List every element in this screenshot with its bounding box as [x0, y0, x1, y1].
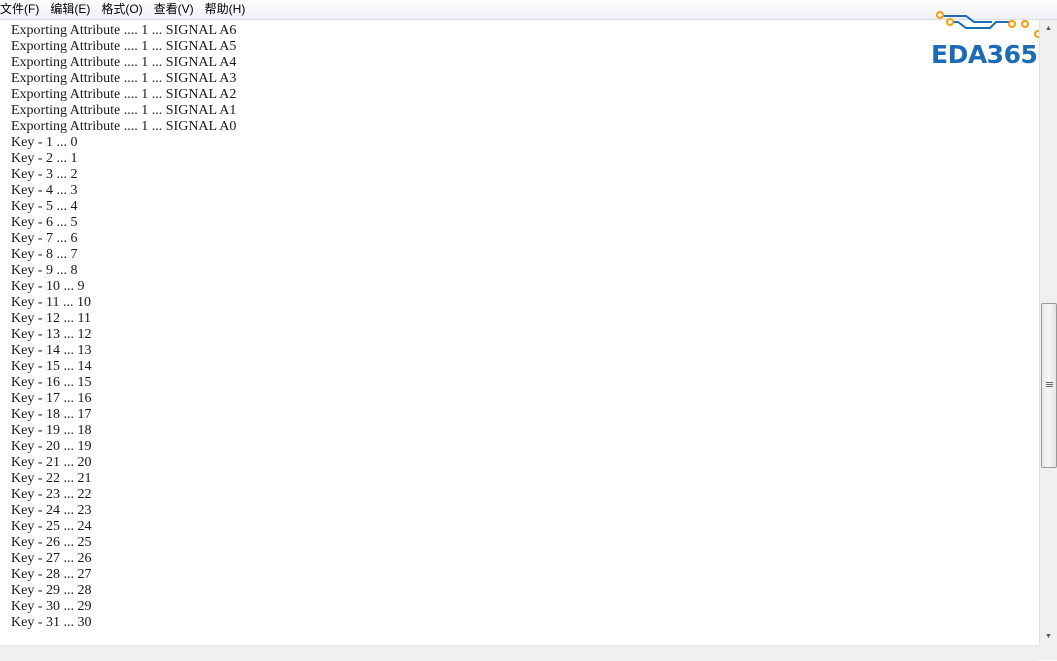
text-line: Key - 1 ... 0 [11, 135, 78, 150]
text-line: Key - 26 ... 25 [11, 535, 92, 550]
text-line: Key - 30 ... 29 [11, 599, 92, 614]
text-content: Exporting Attribute .... 1 ... SIGNAL A6… [11, 23, 236, 631]
menu-bar: 文件(F) 编辑(E) 格式(O) 查看(V) 帮助(H) [0, 0, 1057, 20]
text-line: Key - 22 ... 21 [11, 471, 92, 486]
logo-text: EDA365 [931, 40, 1038, 69]
text-line: Key - 9 ... 8 [11, 263, 78, 278]
text-line: Key - 21 ... 20 [11, 455, 92, 470]
horizontal-scrollbar[interactable] [0, 645, 1039, 661]
text-line: Key - 12 ... 11 [11, 311, 91, 326]
scroll-down-arrow-icon[interactable]: ▼ [1040, 628, 1057, 645]
text-line: Exporting Attribute .... 1 ... SIGNAL A5 [11, 39, 237, 54]
text-line: Key - 15 ... 14 [11, 359, 92, 374]
text-line: Key - 2 ... 1 [11, 151, 78, 166]
text-line: Key - 24 ... 23 [11, 503, 92, 518]
text-line: Key - 11 ... 10 [11, 295, 91, 310]
text-line: Key - 8 ... 7 [11, 247, 78, 262]
text-line: Key - 6 ... 5 [11, 215, 78, 230]
text-editor-area[interactable]: Exporting Attribute .... 1 ... SIGNAL A6… [0, 20, 1039, 645]
text-line: Key - 10 ... 9 [11, 279, 85, 294]
text-line: Key - 3 ... 2 [11, 167, 78, 182]
menu-view[interactable]: 查看(V) [154, 0, 200, 19]
vertical-scroll-thumb[interactable] [1041, 303, 1057, 468]
scroll-up-arrow-icon[interactable]: ▲ [1040, 20, 1057, 37]
text-line: Key - 5 ... 4 [11, 199, 78, 214]
text-line: Exporting Attribute .... 1 ... SIGNAL A2 [11, 87, 237, 102]
text-line: Key - 4 ... 3 [11, 183, 78, 198]
menu-help[interactable]: 帮助(H) [205, 0, 252, 19]
eda365-logo: EDA365 [928, 8, 1044, 70]
text-line: Key - 25 ... 24 [11, 519, 92, 534]
text-line: Key - 20 ... 19 [11, 439, 92, 454]
text-line: Key - 16 ... 15 [11, 375, 92, 390]
text-line: Key - 19 ... 18 [11, 423, 92, 438]
menu-edit[interactable]: 编辑(E) [50, 0, 96, 19]
text-line: Key - 29 ... 28 [11, 583, 92, 598]
scrollbar-corner [1039, 645, 1057, 660]
text-line: Key - 18 ... 17 [11, 407, 92, 422]
text-line: Exporting Attribute .... 1 ... SIGNAL A4 [11, 55, 237, 70]
text-line: Key - 13 ... 12 [11, 327, 92, 342]
vertical-scrollbar[interactable]: ▲ ▼ [1039, 20, 1057, 645]
menu-format[interactable]: 格式(O) [101, 0, 148, 19]
text-line: Key - 31 ... 30 [11, 615, 92, 630]
text-line: Key - 23 ... 22 [11, 487, 92, 502]
text-line: Exporting Attribute .... 1 ... SIGNAL A6 [11, 23, 237, 38]
text-line: Key - 7 ... 6 [11, 231, 78, 246]
text-line: Exporting Attribute .... 1 ... SIGNAL A0 [11, 119, 237, 134]
circuit-trace-icon [935, 10, 1043, 39]
menu-file[interactable]: 文件(F) [0, 0, 45, 19]
text-line: Key - 28 ... 27 [11, 567, 92, 582]
text-line: Exporting Attribute .... 1 ... SIGNAL A1 [11, 103, 237, 118]
text-line: Key - 27 ... 26 [11, 551, 92, 566]
text-line: Key - 14 ... 13 [11, 343, 92, 358]
text-line: Key - 17 ... 16 [11, 391, 92, 406]
text-line: Exporting Attribute .... 1 ... SIGNAL A3 [11, 71, 237, 86]
